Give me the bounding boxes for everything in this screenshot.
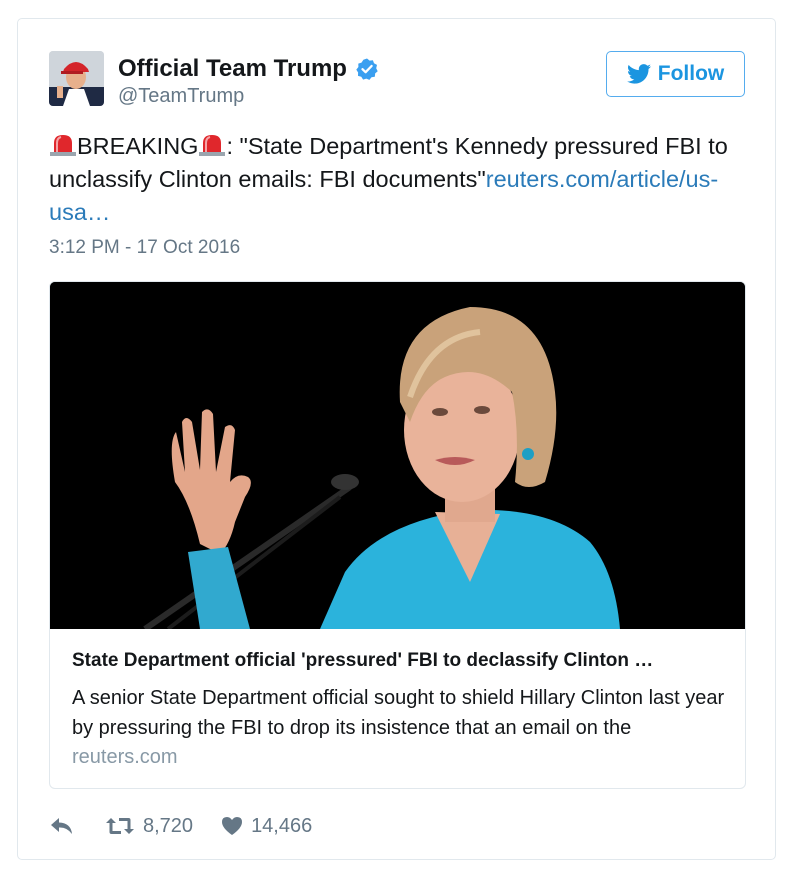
reply-icon	[51, 818, 72, 834]
like-button[interactable]: 14,466	[221, 815, 312, 838]
follow-button[interactable]: Follow	[606, 51, 745, 97]
card-title[interactable]: State Department official 'pressured' FB…	[72, 650, 732, 672]
twitter-bird-icon	[626, 64, 651, 84]
tweet-card: Official Team Trump @TeamTrump Follow BR…	[17, 18, 776, 860]
card-description: A senior State Department official sough…	[72, 687, 725, 739]
like-count: 14,466	[251, 814, 313, 837]
retweet-count: 8,720	[143, 814, 194, 837]
card-domain: reuters.com	[72, 746, 178, 768]
card-image	[50, 282, 745, 632]
verified-badge-icon	[356, 58, 378, 80]
display-name[interactable]: Official Team Trump	[118, 55, 347, 83]
siren-icon	[50, 135, 76, 156]
reply-button[interactable]	[49, 816, 75, 836]
breaking-label: BREAKING	[77, 133, 199, 159]
retweet-button[interactable]: 8,720	[105, 815, 193, 838]
tweet-text: BREAKING : "State Department's Kennedy p…	[49, 130, 749, 229]
siren-icon	[199, 135, 226, 156]
tweet-actions: 8,720 14,466	[49, 811, 312, 841]
follow-label: Follow	[657, 62, 725, 85]
tweet-timestamp[interactable]: 3:12 PM - 17 Oct 2016	[49, 237, 240, 259]
user-handle[interactable]: @TeamTrump	[118, 85, 244, 108]
retweet-icon	[106, 818, 134, 834]
heart-icon	[222, 817, 243, 835]
avatar[interactable]	[49, 51, 104, 106]
link-preview-card[interactable]: State Department official 'pressured' FB…	[49, 281, 746, 789]
